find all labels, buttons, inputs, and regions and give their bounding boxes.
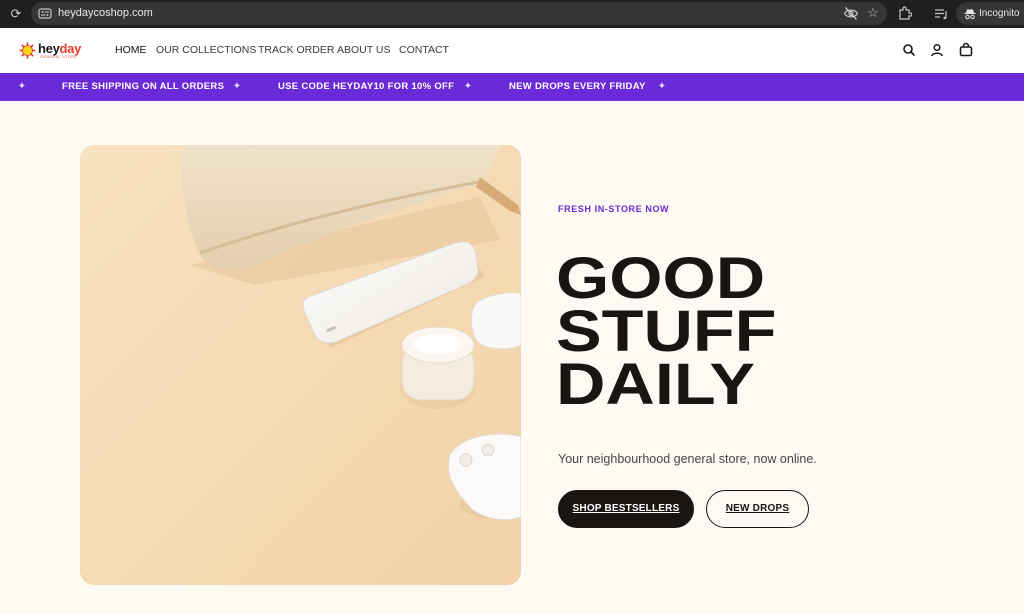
hero-eyebrow: FRESH IN-STORE NOW	[558, 204, 670, 214]
sparkle-icon: ✦	[463, 81, 473, 92]
new-drops-button[interactable]: NEW DROPS	[706, 490, 809, 528]
nav-contact[interactable]: CONTACT	[399, 44, 449, 57]
incognito-icon	[964, 7, 976, 20]
hero-subtitle: Your neighbourhood general store, now on…	[558, 452, 817, 466]
extensions-icon[interactable]	[898, 6, 913, 22]
account-icon[interactable]	[929, 42, 945, 58]
address-bar[interactable]: heydaycoshop.com ☆	[31, 2, 887, 25]
logo-tagline: GENERAL STORE	[40, 55, 78, 59]
headline-line: DAILY	[556, 352, 756, 417]
url-text[interactable]: heydaycoshop.com	[58, 6, 153, 21]
browser-toolbar: ⟳ heydaycoshop.com ☆ Incognito	[0, 0, 1024, 28]
logo-sun-icon	[19, 42, 36, 59]
headline-line: GOOD	[556, 246, 766, 311]
announcement-message: FREE SHIPPING ON ALL ORDERS	[62, 81, 225, 92]
star-icon[interactable]: ☆	[866, 5, 880, 21]
sparkle-icon: ✦	[657, 81, 667, 92]
hero-image	[80, 145, 521, 585]
site-logo[interactable]: heyday GENERAL STORE	[19, 41, 83, 61]
sparkle-icon: ✦	[17, 81, 27, 92]
incognito-label: Incognito	[979, 8, 1020, 19]
search-icon[interactable]	[901, 42, 917, 58]
nav-home[interactable]: HOME	[115, 44, 147, 57]
announcement-message: NEW DROPS EVERY FRIDAY	[509, 81, 646, 92]
announcement-bar: ✦ FREE SHIPPING ON ALL ORDERS ✦ USE CODE…	[0, 73, 1024, 101]
headline-line: STUFF	[556, 299, 777, 364]
reload-icon[interactable]: ⟳	[8, 6, 24, 22]
media-controls-icon[interactable]	[934, 6, 948, 22]
site-header: heyday GENERAL STORE HOME OUR COLLECTION…	[0, 28, 1024, 73]
eye-off-icon[interactable]	[843, 6, 859, 21]
site-settings-icon[interactable]	[38, 7, 52, 20]
hero-headline: GOOD STUFF DAILY	[556, 250, 816, 414]
incognito-indicator[interactable]: Incognito	[956, 2, 1024, 25]
nav-about-us[interactable]: ABOUT US	[337, 44, 390, 57]
nav-track-order[interactable]: TRACK ORDER	[258, 44, 334, 57]
sparkle-icon: ✦	[232, 81, 242, 92]
cart-icon[interactable]	[958, 42, 974, 58]
logo-wordmark: heyday	[38, 41, 82, 56]
nav-our-collections[interactable]: OUR COLLECTIONS	[156, 44, 256, 57]
shop-bestsellers-button[interactable]: SHOP BESTSELLERS	[558, 490, 694, 528]
announcement-message: USE CODE HEYDAY10 FOR 10% OFF	[278, 81, 455, 92]
